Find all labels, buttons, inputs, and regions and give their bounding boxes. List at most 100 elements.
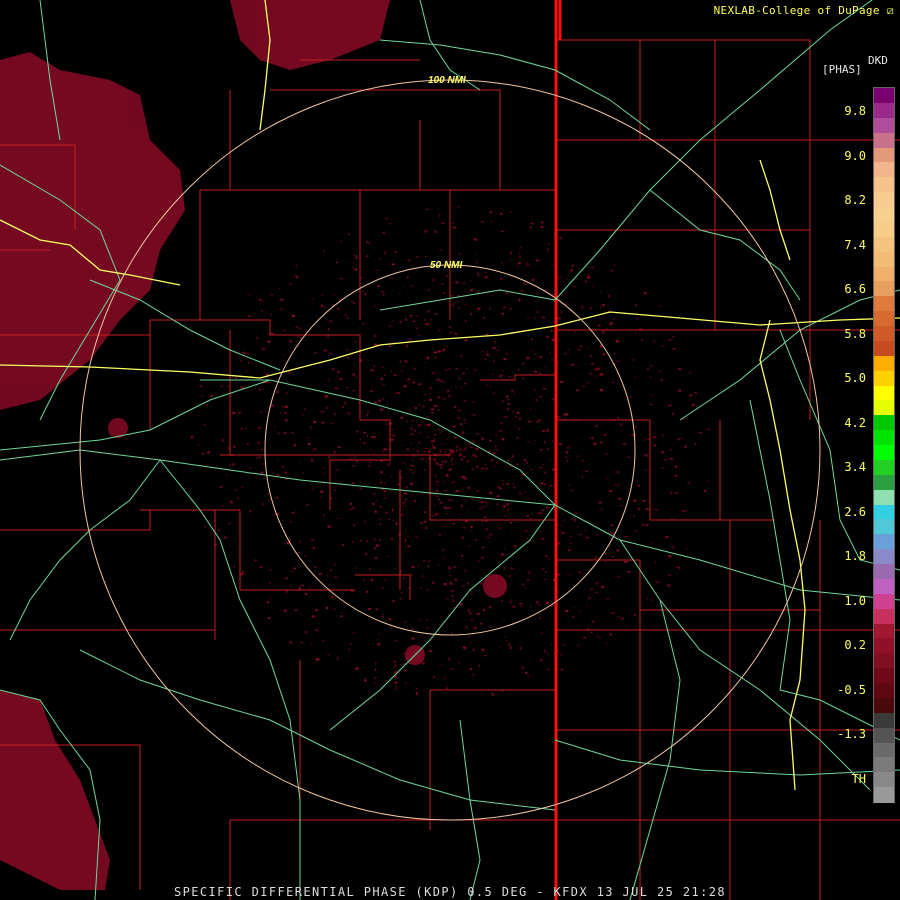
clutter-speck bbox=[286, 392, 288, 394]
clutter-speck bbox=[388, 223, 392, 225]
clutter-speck bbox=[445, 369, 448, 371]
colorbar-tick-label: 3.4 bbox=[844, 460, 866, 474]
clutter-speck bbox=[534, 317, 537, 320]
clutter-speck bbox=[548, 243, 550, 245]
clutter-speck bbox=[416, 315, 419, 317]
clutter-speck bbox=[546, 601, 550, 604]
clutter-speck bbox=[574, 607, 577, 609]
clutter-speck bbox=[374, 677, 377, 679]
clutter-speck bbox=[403, 577, 405, 580]
clutter-speck bbox=[633, 530, 638, 532]
ring-100nmi-label: 100 NMI bbox=[428, 75, 466, 86]
clutter-speck bbox=[608, 323, 613, 326]
clutter-speck bbox=[571, 489, 575, 492]
clutter-speck bbox=[258, 298, 262, 301]
clutter-speck bbox=[404, 360, 408, 363]
clutter-speck bbox=[511, 529, 513, 531]
clutter-speck bbox=[284, 405, 288, 408]
clutter-speck bbox=[245, 370, 247, 372]
clutter-speck bbox=[431, 440, 435, 443]
clutter-speck bbox=[256, 337, 259, 340]
clutter-speck bbox=[323, 250, 326, 252]
clutter-speck bbox=[402, 501, 406, 504]
clutter-speck bbox=[311, 615, 316, 618]
clutter-speck bbox=[464, 304, 467, 306]
clutter-speck bbox=[448, 658, 451, 661]
clutter-speck bbox=[353, 457, 356, 459]
clutter-speck bbox=[371, 502, 375, 505]
clutter-speck bbox=[263, 463, 265, 465]
clutter-speck bbox=[441, 222, 445, 224]
clutter-speck bbox=[390, 475, 392, 478]
clutter-speck bbox=[476, 261, 478, 264]
clutter-speck bbox=[551, 338, 555, 341]
clutter-speck bbox=[452, 598, 454, 600]
clutter-speck bbox=[413, 500, 417, 502]
clutter-speck bbox=[531, 487, 534, 489]
clutter-speck bbox=[617, 497, 620, 500]
clutter-speck bbox=[445, 443, 447, 445]
clutter-speck bbox=[460, 554, 464, 557]
clutter-speck bbox=[530, 349, 532, 351]
clutter-speck bbox=[579, 534, 583, 535]
clutter-speck bbox=[613, 264, 615, 267]
colorbar-tick-label: 4.2 bbox=[844, 415, 866, 430]
clutter-speck bbox=[521, 540, 524, 543]
clutter-speck bbox=[480, 623, 483, 625]
clutter-speck bbox=[527, 440, 530, 443]
clutter-speck bbox=[460, 423, 463, 426]
clutter-speck bbox=[557, 573, 561, 576]
clutter-speck bbox=[448, 367, 451, 370]
clutter-speck bbox=[199, 385, 203, 387]
clutter-speck bbox=[644, 292, 647, 294]
clutter-speck bbox=[459, 475, 462, 477]
clutter-speck bbox=[491, 373, 495, 375]
clutter-speck bbox=[303, 472, 304, 475]
clutter-speck bbox=[568, 484, 571, 487]
clutter-speck bbox=[509, 259, 511, 261]
clutter-speck bbox=[406, 420, 408, 423]
colorbar-swatch bbox=[874, 192, 894, 208]
clutter-speck bbox=[352, 465, 356, 467]
clutter-speck bbox=[564, 353, 567, 355]
clutter-speck bbox=[455, 552, 457, 554]
clutter-speck bbox=[298, 327, 302, 329]
clutter-speck bbox=[418, 334, 421, 336]
colorbar-swatch bbox=[874, 787, 894, 803]
clutter-speck bbox=[680, 437, 684, 439]
clutter-speck bbox=[453, 606, 456, 609]
clutter-speck bbox=[410, 464, 414, 467]
clutter-speck bbox=[670, 492, 672, 495]
clutter-speck bbox=[219, 486, 223, 488]
clutter-speck bbox=[374, 682, 377, 684]
clutter-speck bbox=[439, 464, 443, 466]
clutter-speck bbox=[502, 370, 504, 372]
clutter-speck bbox=[379, 506, 382, 508]
clutter-speck bbox=[440, 249, 442, 251]
clutter-speck bbox=[573, 331, 577, 333]
clutter-speck bbox=[440, 443, 442, 446]
clutter-speck bbox=[631, 359, 635, 361]
clutter-speck bbox=[448, 449, 452, 451]
clutter-speck bbox=[569, 574, 571, 577]
clutter-speck bbox=[509, 646, 512, 648]
clutter-speck bbox=[559, 237, 563, 239]
clutter-speck bbox=[391, 263, 395, 266]
clutter-speck bbox=[508, 375, 512, 378]
clutter-speck bbox=[602, 304, 605, 307]
clutter-speck bbox=[443, 398, 447, 401]
clutter-speck bbox=[562, 520, 564, 523]
clutter-speck bbox=[247, 315, 251, 318]
clutter-speck bbox=[406, 448, 410, 451]
clutter-speck bbox=[517, 266, 519, 269]
clutter-speck bbox=[426, 626, 429, 629]
clutter-speck bbox=[410, 433, 414, 435]
clutter-speck bbox=[304, 592, 308, 595]
clutter-speck bbox=[388, 325, 392, 328]
clutter-speck bbox=[381, 451, 384, 454]
clutter-speck bbox=[374, 305, 376, 308]
clutter-speck bbox=[445, 598, 449, 600]
clutter-speck bbox=[594, 368, 598, 371]
clutter-speck bbox=[494, 465, 496, 468]
clutter-speck bbox=[597, 324, 601, 327]
